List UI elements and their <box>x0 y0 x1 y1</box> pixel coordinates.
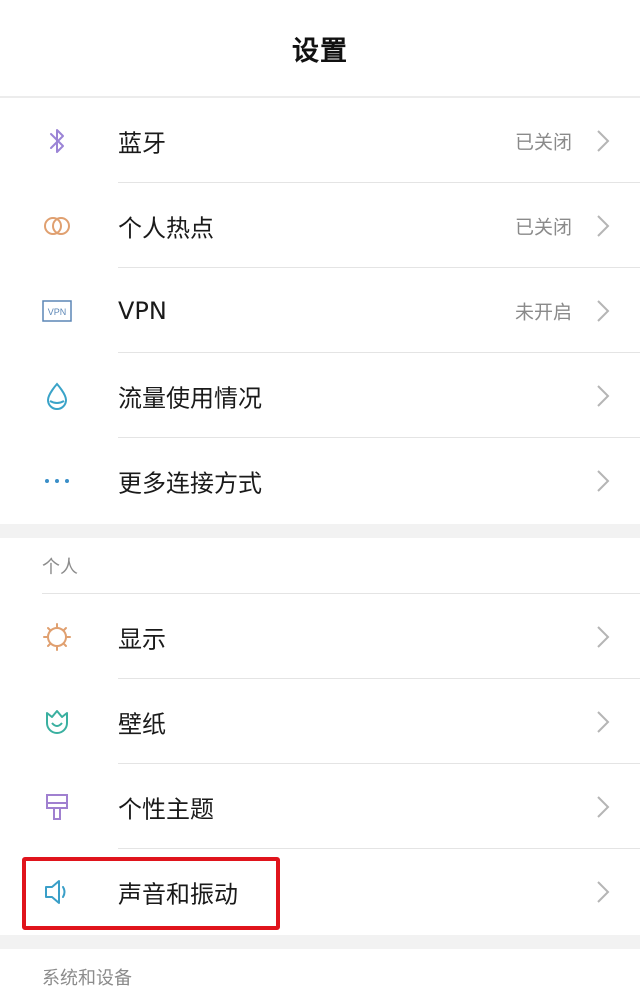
settings-item-display[interactable]: 显示 <box>0 594 640 679</box>
hotspot-icon <box>40 209 74 243</box>
vpn-icon: VPN <box>40 294 74 328</box>
chevron-right-icon <box>597 880 610 903</box>
chevron-right-icon <box>597 384 610 407</box>
settings-item-hotspot[interactable]: 个人热点 已关闭 <box>0 183 640 268</box>
status-text: 已关闭 <box>514 131 572 153</box>
settings-item-label: 更多连接方式 <box>118 469 262 497</box>
chevron-right-icon <box>597 129 610 152</box>
section-header-text: 个人 <box>42 557 78 578</box>
settings-item-vpn[interactable]: VPN VPN 未开启 <box>0 268 640 353</box>
settings-item-wallpaper[interactable]: 壁纸 <box>0 679 640 764</box>
section-header-text: 系统和设备 <box>42 968 132 989</box>
chevron-right-icon <box>597 299 610 322</box>
status-text: 已关闭 <box>514 216 572 238</box>
section-gap <box>0 935 640 949</box>
data-usage-icon <box>40 379 74 413</box>
settings-item-label: VPN <box>118 296 167 325</box>
chevron-right-icon <box>597 625 610 648</box>
section-gap <box>0 524 640 538</box>
settings-item-label: 个性主题 <box>118 795 214 823</box>
chevron-right-icon <box>597 214 610 237</box>
status-text: 未开启 <box>514 301 572 323</box>
theme-brush-icon <box>40 790 74 824</box>
section-header-system: 系统和设备 <box>0 949 640 1005</box>
title-bar: 设置 <box>0 0 640 96</box>
settings-item-label: 蓝牙 <box>118 129 166 157</box>
settings-item-bluetooth[interactable]: 蓝牙 已关闭 <box>0 98 640 183</box>
chevron-right-icon <box>597 795 610 818</box>
page-title: 设置 <box>292 35 348 67</box>
section-header-personal: 个人 <box>0 538 640 594</box>
highlight-annotation-box <box>22 857 280 930</box>
chevron-right-icon <box>597 710 610 733</box>
svg-text:VPN: VPN <box>48 307 67 317</box>
bluetooth-icon <box>40 124 74 158</box>
settings-item-label: 个人热点 <box>118 214 214 242</box>
settings-item-more-connections[interactable]: 更多连接方式 <box>0 438 640 523</box>
wallpaper-tulip-icon <box>40 705 74 739</box>
settings-item-theme[interactable]: 个性主题 <box>0 764 640 849</box>
display-sun-icon <box>40 620 74 654</box>
settings-item-label: 壁纸 <box>118 710 166 738</box>
settings-item-label: 显示 <box>118 625 166 653</box>
settings-item-data-usage[interactable]: 流量使用情况 <box>0 353 640 438</box>
settings-item-label: 流量使用情况 <box>118 384 262 412</box>
chevron-right-icon <box>597 469 610 492</box>
more-dots-icon <box>40 464 74 498</box>
